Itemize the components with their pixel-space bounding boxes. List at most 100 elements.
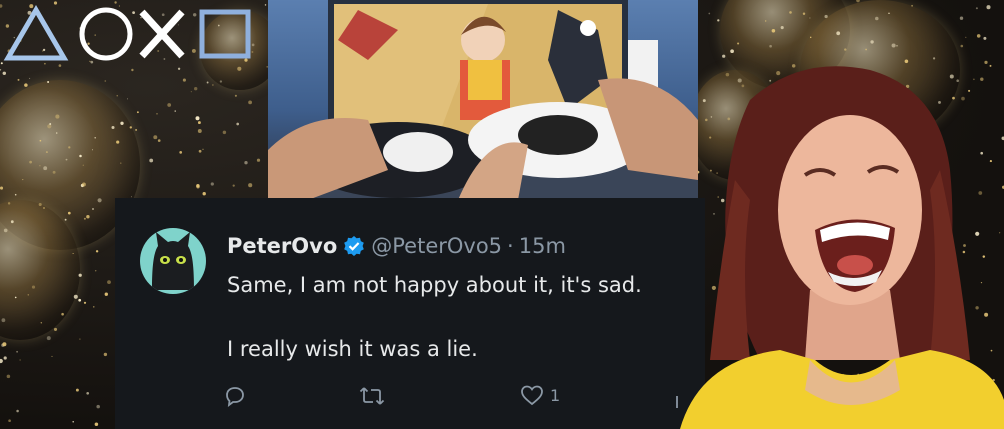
sparkle xyxy=(27,294,30,296)
sparkle xyxy=(769,44,772,48)
sparkle xyxy=(179,151,183,154)
sparkle xyxy=(983,36,987,40)
sparkle xyxy=(120,162,122,164)
sparkle xyxy=(107,280,111,284)
sparkle xyxy=(29,77,31,79)
sparkle xyxy=(94,270,97,272)
sparkle xyxy=(68,146,71,149)
sparkle xyxy=(22,179,24,181)
square-icon xyxy=(199,9,251,59)
like-button[interactable]: 1 xyxy=(520,384,560,406)
sparkle xyxy=(1,318,6,323)
sparkle xyxy=(256,158,261,162)
sparkle xyxy=(236,122,240,126)
sparkle xyxy=(103,352,108,357)
sparkle xyxy=(7,202,11,205)
sparkle xyxy=(29,160,32,164)
verified-badge-icon xyxy=(344,236,365,256)
sparkle xyxy=(52,170,56,174)
sparkle xyxy=(83,217,86,220)
sparkle xyxy=(97,198,102,203)
sparkle xyxy=(182,78,186,82)
sparkle xyxy=(95,250,99,253)
sparkle xyxy=(870,40,874,44)
sparkle xyxy=(55,132,58,134)
avatar[interactable] xyxy=(140,228,206,294)
sparkle xyxy=(73,294,78,299)
circle-icon xyxy=(79,7,133,61)
sparkle xyxy=(78,273,82,277)
sparkle xyxy=(153,135,158,140)
sparkle xyxy=(809,17,811,19)
sparkle xyxy=(194,87,198,91)
sparkle xyxy=(64,218,67,221)
sparkle xyxy=(911,4,913,7)
sparkle xyxy=(167,103,172,107)
like-count: 1 xyxy=(550,385,561,405)
playstation-symbols-logo xyxy=(3,5,251,61)
sparkle xyxy=(789,11,792,14)
sparkle xyxy=(39,165,41,167)
sparkle xyxy=(248,183,253,188)
sparkle xyxy=(975,7,978,10)
sparkle xyxy=(0,186,4,190)
sparkle xyxy=(197,121,201,125)
sparkle xyxy=(960,44,964,48)
sparkle xyxy=(55,114,60,119)
sparkle xyxy=(737,42,740,45)
sparkle xyxy=(222,130,227,135)
sparkle xyxy=(116,140,120,144)
sparkle xyxy=(47,124,52,129)
sparkle xyxy=(16,409,19,413)
cross-icon xyxy=(139,9,185,59)
sparkle xyxy=(234,94,237,97)
separator-dot: · xyxy=(507,234,514,258)
sparkle xyxy=(965,36,967,38)
sparkle xyxy=(45,151,48,154)
heart-icon xyxy=(521,385,543,406)
sparkle xyxy=(959,16,964,20)
retweet-icon xyxy=(359,387,385,405)
tweet-timestamp[interactable]: 15m xyxy=(519,234,566,258)
sparkle xyxy=(116,95,118,97)
sparkle xyxy=(38,202,42,207)
sparkle xyxy=(896,45,898,47)
sparkle xyxy=(174,110,176,112)
sparkle xyxy=(219,80,223,83)
sparkle xyxy=(197,129,202,133)
sparkle xyxy=(135,128,138,131)
sparkle xyxy=(39,139,42,142)
reply-button[interactable] xyxy=(223,384,247,408)
sparkle xyxy=(771,29,776,33)
sparkle xyxy=(156,113,158,115)
sparkle xyxy=(31,285,36,289)
sparkle xyxy=(83,301,87,304)
tweet-text-line: I really wish it was a lie. xyxy=(227,337,478,361)
sparkle xyxy=(40,322,43,324)
sparkle xyxy=(51,355,53,357)
sparkle xyxy=(24,83,28,87)
sparkle xyxy=(104,292,108,296)
sparkle xyxy=(809,36,812,39)
sparkle xyxy=(232,184,235,187)
sparkle xyxy=(8,419,11,423)
sparkle xyxy=(717,19,720,22)
sparkle xyxy=(14,296,17,299)
tweet-text-line: Same, I am not happy about it, it's sad. xyxy=(227,273,642,297)
sparkle xyxy=(65,158,68,161)
sparkle xyxy=(206,81,209,84)
tweet-card[interactable]: PeterOvo @PeterOvo5 · 15m Same, I am not… xyxy=(115,198,705,429)
sparkle xyxy=(722,54,726,58)
sparkle xyxy=(86,391,90,395)
sparkle xyxy=(196,183,200,188)
sparkle xyxy=(195,116,200,121)
sparkle xyxy=(67,211,71,215)
retweet-button[interactable] xyxy=(359,384,385,408)
sparkle xyxy=(78,298,82,302)
sparkle xyxy=(802,12,806,15)
display-name[interactable]: PeterOvo xyxy=(227,234,337,258)
sparkle xyxy=(93,306,95,308)
user-handle[interactable]: @PeterOvo5 xyxy=(371,234,502,258)
sparkle xyxy=(16,350,18,353)
sparkle xyxy=(198,149,202,153)
